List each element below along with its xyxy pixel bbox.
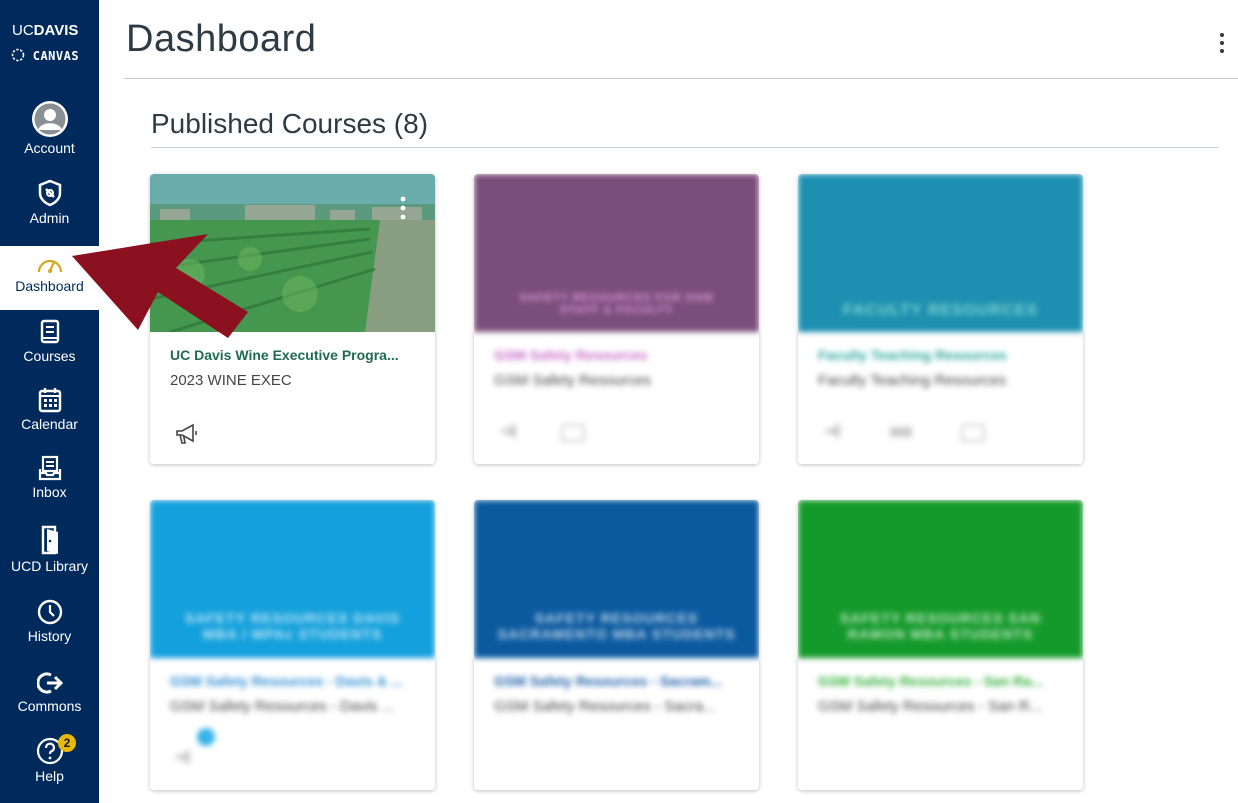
- canvas-logo-icon: [11, 48, 25, 62]
- page-title: Dashboard: [126, 18, 317, 60]
- nav-label-help: Help: [35, 768, 64, 784]
- calendar-icon: [38, 388, 61, 413]
- admin-shield-icon: [38, 179, 61, 207]
- nav-label-account: Account: [24, 140, 75, 156]
- course-card-title-link[interactable]: UC Davis Wine Executive Progra...: [170, 347, 420, 363]
- course-card-title-link[interactable]: GSM Safety Resources - Sacram...: [494, 673, 744, 689]
- course-card-hero-image[interactable]: [150, 174, 435, 332]
- course-card-hero-text: FACULTY RESOURCES: [842, 302, 1039, 319]
- course-card-title-link[interactable]: GSM Safety Resources - Davis & ...: [170, 673, 420, 689]
- nav-label-admin: Admin: [29, 210, 70, 226]
- section-title-published-courses: Published Courses (8): [151, 108, 429, 139]
- history-clock-icon: [37, 599, 62, 625]
- course-card-title-link[interactable]: GSM Safety Resources - San Ra...: [818, 673, 1068, 689]
- course-card-subtitle: GSM Safety Resources - Davis ...: [170, 698, 395, 715]
- course-card-subtitle: GSM Safety Resources - San R...: [818, 698, 1043, 715]
- account-icon: [31, 101, 68, 137]
- dashboard-gauge-icon: [37, 259, 62, 273]
- course-card[interactable]: SAFETY RESOURCES SAN RAMON MBA STUDENTS …: [798, 500, 1083, 790]
- course-card[interactable]: SAFETY RESOURCES DAVIS MBA / MPAc STUDEN…: [150, 500, 435, 790]
- section-divider: [151, 147, 1218, 148]
- nav-label-calendar: Calendar: [21, 416, 78, 432]
- nav-label-dashboard: Dashboard: [15, 278, 84, 294]
- announcements-megaphone-icon[interactable]: [174, 422, 200, 446]
- nav-item-inbox[interactable]: Inbox: [0, 454, 99, 514]
- course-card-subtitle: GSM Safety Resources - Sacra...: [494, 698, 716, 715]
- page-options-kebab-icon[interactable]: [1212, 28, 1232, 58]
- library-door-icon: [41, 525, 58, 555]
- vineyard-image: [150, 174, 435, 332]
- nav-label-inbox: Inbox: [32, 484, 67, 500]
- nav-item-dashboard[interactable]: Dashboard: [0, 246, 99, 310]
- course-card-subtitle: 2023 WINE EXEC: [170, 372, 292, 389]
- nav-item-admin[interactable]: Admin: [0, 178, 99, 238]
- course-card-hero-image[interactable]: SAFETY RESOURCES DAVIS MBA / MPAc STUDEN…: [150, 500, 435, 658]
- logo-ucdavis-text: UCDAVIS: [12, 22, 79, 39]
- course-card[interactable]: SAFETY RESOURCES SACRAMENTO MBA STUDENTS…: [474, 500, 759, 790]
- courses-book-icon: [40, 319, 59, 344]
- course-card-hero-image[interactable]: SAFETY RESOURCES SAN RAMON MBA STUDENTS: [798, 500, 1083, 658]
- global-nav-sidebar: UCDAVIS CANVAS Account Admin Dashboard C…: [0, 0, 99, 803]
- course-card-title-link[interactable]: GSM Safety Resources: [494, 347, 744, 363]
- nav-item-commons[interactable]: Commons: [0, 670, 99, 728]
- ucdavis-canvas-logo[interactable]: UCDAVIS CANVAS: [0, 0, 99, 85]
- nav-item-ucd-library[interactable]: UCD Library: [0, 524, 99, 586]
- nav-item-history[interactable]: History: [0, 598, 99, 658]
- logo-canvas-text: CANVAS: [11, 48, 79, 63]
- commons-arrow-icon: [36, 672, 63, 694]
- course-card-hero-image[interactable]: SAFETY RESOURCES FOR GSM STAFF & FACULTY: [474, 174, 759, 332]
- course-card-hero-text: SAFETY RESOURCES DAVIS MBA / MPAc STUDEN…: [184, 610, 401, 642]
- course-card-action-icons[interactable]: [822, 419, 1002, 445]
- card-options-kebab-icon[interactable]: [399, 194, 407, 226]
- course-card[interactable]: FACULTY RESOURCES Faculty Teaching Resou…: [798, 174, 1083, 464]
- course-card[interactable]: UC Davis Wine Executive Progra... 2023 W…: [150, 174, 435, 464]
- nav-label-courses: Courses: [23, 348, 76, 364]
- header-divider: [124, 78, 1238, 79]
- nav-label-history: History: [27, 628, 72, 644]
- nav-item-account[interactable]: Account: [0, 100, 99, 165]
- course-card-subtitle: GSM Safety Resources: [494, 372, 651, 389]
- course-card-title-link[interactable]: Faculty Teaching Resources: [818, 347, 1068, 363]
- course-card-action-icons[interactable]: [170, 725, 220, 775]
- course-card-hero-image[interactable]: FACULTY RESOURCES: [798, 174, 1083, 332]
- course-card-hero-text: SAFETY RESOURCES SACRAMENTO MBA STUDENTS: [497, 610, 736, 642]
- nav-item-help[interactable]: 2 Help: [0, 734, 99, 798]
- course-card-action-icons[interactable]: [498, 419, 588, 445]
- course-card[interactable]: SAFETY RESOURCES FOR GSM STAFF & FACULTY…: [474, 174, 759, 464]
- course-card-hero-text: SAFETY RESOURCES SAN RAMON MBA STUDENTS: [840, 610, 1041, 642]
- help-notification-badge: 2: [58, 734, 76, 752]
- course-card-hero-image[interactable]: SAFETY RESOURCES SACRAMENTO MBA STUDENTS: [474, 500, 759, 658]
- nav-label-ucd-library: UCD Library: [10, 558, 88, 574]
- inbox-icon: [38, 455, 61, 481]
- nav-label-commons: Commons: [17, 698, 82, 714]
- nav-item-courses[interactable]: Courses: [0, 318, 99, 378]
- course-card-hero-text: SAFETY RESOURCES FOR GSM STAFF & FACULTY: [519, 292, 714, 316]
- course-card-subtitle: Faculty Teaching Resources: [818, 372, 1007, 389]
- nav-item-calendar[interactable]: Calendar: [0, 386, 99, 446]
